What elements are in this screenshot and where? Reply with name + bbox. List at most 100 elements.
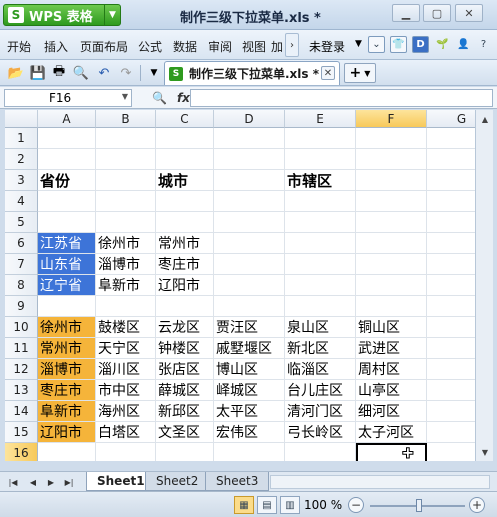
- cell-g5[interactable]: [427, 212, 475, 233]
- cell-e15[interactable]: 弓长岭区: [285, 422, 356, 443]
- cell-g7[interactable]: [427, 254, 475, 275]
- cell-e9[interactable]: [285, 296, 356, 317]
- close-button[interactable]: ✕: [455, 4, 483, 22]
- cell-c8[interactable]: 辽阳市: [156, 275, 214, 296]
- menu-home[interactable]: 开始: [7, 38, 31, 55]
- cell-f11[interactable]: 武进区: [356, 338, 427, 359]
- cell-g12[interactable]: [427, 359, 475, 380]
- cell-f5[interactable]: [356, 212, 427, 233]
- column-header-f[interactable]: F: [356, 110, 427, 128]
- undo-icon[interactable]: ↶: [95, 64, 113, 82]
- cell-d1[interactable]: [214, 128, 285, 149]
- cell-f16[interactable]: ✚: [356, 443, 427, 461]
- vertical-scrollbar[interactable]: ▲ ▼: [475, 110, 493, 461]
- cell-d15[interactable]: 宏伟区: [214, 422, 285, 443]
- cell-g15[interactable]: [427, 422, 475, 443]
- cell-d14[interactable]: 太平区: [214, 401, 285, 422]
- cell-d7[interactable]: [214, 254, 285, 275]
- cell-e8[interactable]: [285, 275, 356, 296]
- name-box[interactable]: F16 ▼: [4, 89, 132, 107]
- cell-c10[interactable]: 云龙区: [156, 317, 214, 338]
- cell-c9[interactable]: [156, 296, 214, 317]
- cell-a6[interactable]: 江苏省: [38, 233, 96, 254]
- cell-e2[interactable]: [285, 149, 356, 170]
- cell-e16[interactable]: [285, 443, 356, 461]
- cell-b8[interactable]: 阜新市: [96, 275, 156, 296]
- menu-data[interactable]: 数据: [173, 38, 197, 55]
- cell-d12[interactable]: 博山区: [214, 359, 285, 380]
- new-tab-button[interactable]: + ▼: [344, 63, 376, 83]
- wps-app-menu-button[interactable]: S WPS 表格 ▼: [3, 4, 121, 26]
- normal-view-icon[interactable]: ▦: [234, 496, 254, 514]
- cell-a8[interactable]: 辽宁省: [38, 275, 96, 296]
- row-header-4[interactable]: 4: [5, 191, 38, 212]
- cell-f14[interactable]: 细河区: [356, 401, 427, 422]
- cell-g1[interactable]: [427, 128, 475, 149]
- cell-e4[interactable]: [285, 191, 356, 212]
- cell-d2[interactable]: [214, 149, 285, 170]
- print-icon[interactable]: 🖶: [50, 64, 68, 82]
- row-header-10[interactable]: 10: [5, 317, 38, 338]
- cell-a7[interactable]: 山东省: [38, 254, 96, 275]
- cell-b15[interactable]: 白塔区: [96, 422, 156, 443]
- close-tab-icon[interactable]: ✕: [321, 66, 335, 80]
- sheet-tab-3[interactable]: Sheet3: [205, 472, 270, 491]
- cell-a4[interactable]: [38, 191, 96, 212]
- spreadsheet-grid[interactable]: A B C D E F G 1 2 3 省份 城市 市辖区 4 5 6 江苏省 徐州市 常州市 7 山东省 淄博市 枣庄市 8…: [5, 110, 475, 461]
- cell-f2[interactable]: [356, 149, 427, 170]
- cell-e6[interactable]: [285, 233, 356, 254]
- row-header-16[interactable]: 16: [5, 443, 38, 461]
- cell-a5[interactable]: [38, 212, 96, 233]
- menu-formulas[interactable]: 公式: [138, 38, 162, 55]
- menu-review[interactable]: 审阅: [208, 38, 232, 55]
- page-layout-view-icon[interactable]: ▤: [257, 496, 277, 514]
- cell-f15[interactable]: 太子河区: [356, 422, 427, 443]
- cell-a1[interactable]: [38, 128, 96, 149]
- cell-c1[interactable]: [156, 128, 214, 149]
- cell-d11[interactable]: 戚墅堰区: [214, 338, 285, 359]
- cell-f6[interactable]: [356, 233, 427, 254]
- cell-f4[interactable]: [356, 191, 427, 212]
- first-sheet-icon[interactable]: |◀: [6, 475, 20, 489]
- cell-e11[interactable]: 新北区: [285, 338, 356, 359]
- cell-c16[interactable]: [156, 443, 214, 461]
- cell-b2[interactable]: [96, 149, 156, 170]
- cell-g9[interactable]: [427, 296, 475, 317]
- scroll-up-icon[interactable]: ▲: [478, 112, 492, 126]
- cell-b11[interactable]: 天宁区: [96, 338, 156, 359]
- chevron-down-icon[interactable]: ▼: [122, 92, 128, 101]
- cell-f1[interactable]: [356, 128, 427, 149]
- horizontal-scrollbar[interactable]: [270, 475, 490, 489]
- menu-more-arrow-icon[interactable]: ›: [285, 33, 299, 57]
- cell-a12[interactable]: 淄博市: [38, 359, 96, 380]
- document-tab[interactable]: S 制作三级下拉菜单.xls * ✕: [164, 61, 340, 85]
- cell-c14[interactable]: 新邱区: [156, 401, 214, 422]
- row-header-5[interactable]: 5: [5, 212, 38, 233]
- cell-b10[interactable]: 鼓楼区: [96, 317, 156, 338]
- cell-d6[interactable]: [214, 233, 285, 254]
- menu-page-layout[interactable]: 页面布局: [80, 38, 128, 55]
- cell-f7[interactable]: [356, 254, 427, 275]
- column-header-b[interactable]: B: [96, 110, 156, 128]
- skin-dropdown-icon[interactable]: ⌄: [368, 36, 385, 53]
- cell-d16[interactable]: [214, 443, 285, 461]
- row-header-7[interactable]: 7: [5, 254, 38, 275]
- zoom-out-icon[interactable]: −: [348, 497, 364, 513]
- cell-g8[interactable]: [427, 275, 475, 296]
- menu-view[interactable]: 视图: [242, 38, 266, 55]
- cell-f3[interactable]: [356, 170, 427, 191]
- save-icon[interactable]: 💾: [29, 64, 47, 82]
- cell-a9[interactable]: [38, 296, 96, 317]
- cell-g13[interactable]: [427, 380, 475, 401]
- cell-d3[interactable]: [214, 170, 285, 191]
- cell-e10[interactable]: 泉山区: [285, 317, 356, 338]
- cell-g6[interactable]: [427, 233, 475, 254]
- cell-f9[interactable]: [356, 296, 427, 317]
- cell-b6[interactable]: 徐州市: [96, 233, 156, 254]
- open-folder-icon[interactable]: 📂: [7, 64, 25, 82]
- cell-e5[interactable]: [285, 212, 356, 233]
- cell-f10[interactable]: 铜山区: [356, 317, 427, 338]
- last-sheet-icon[interactable]: ▶|: [62, 475, 76, 489]
- row-header-11[interactable]: 11: [5, 338, 38, 359]
- cell-c7[interactable]: 枣庄市: [156, 254, 214, 275]
